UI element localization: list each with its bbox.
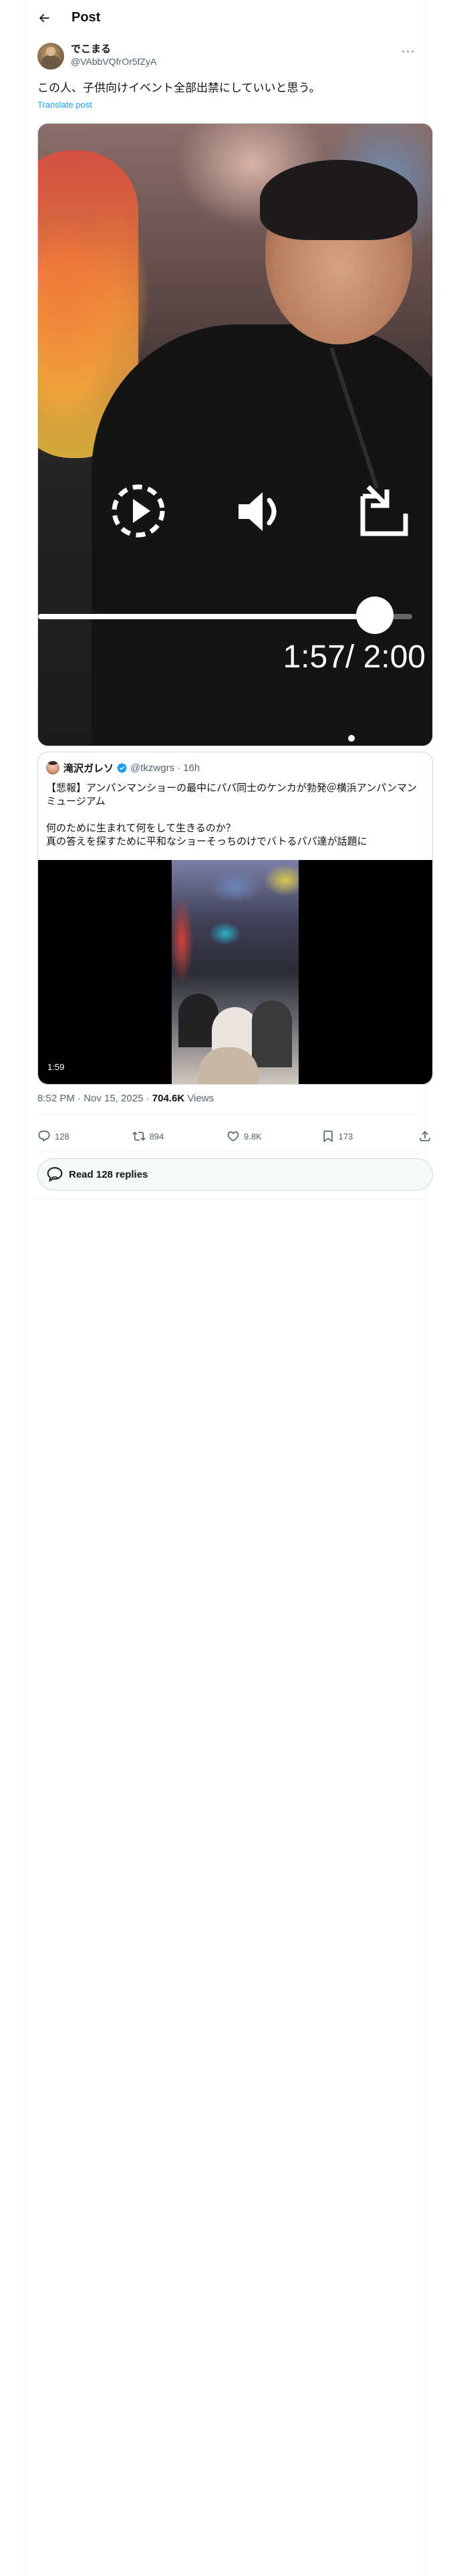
fullscreen-exit-icon [360,485,408,536]
replay-button[interactable] [108,480,169,542]
separator-dot: · [177,762,181,774]
post-timestamp[interactable]: 8:52 PM · Nov 15, 2025 [37,1093,143,1104]
like-count: 9.8K [244,1131,262,1142]
video-progress-bar[interactable] [38,597,412,634]
views-count: 704.6K [152,1093,185,1104]
views-label: Views [184,1093,214,1104]
video-time-label: 1:57/ 2:00 [283,639,426,675]
quoted-post[interactable]: 滝沢ガレソ @tkzwgrs · 16h 【悲報】アンパンマンショーの最中にパパ… [37,752,433,1085]
like-button[interactable]: 9.8K [227,1130,267,1143]
quoted-post-text: 【悲報】アンパンマンショーの最中にパパ同士のケンカが勃発＠横浜アンパンマンミュー… [46,782,426,849]
bookmark-icon [323,1130,333,1143]
share-icon [420,1131,430,1142]
verified-badge-icon [117,762,127,773]
tweet-text: この人、子供向けイベント全部出禁にしていいと思う。 [37,82,321,94]
repost-icon [132,1132,146,1141]
divider [26,1198,426,1199]
post-meta: 8:52 PM · Nov 15, 2025 · 704.6K Views [37,1093,214,1104]
read-replies-button[interactable]: Read 128 replies [37,1158,433,1190]
video-progress-handle[interactable] [356,597,394,634]
more-options-button[interactable]: ··· [398,43,418,59]
quoted-author-name[interactable]: 滝沢ガレソ [63,761,114,775]
avatar[interactable] [37,43,64,70]
reply-count: 128 [55,1131,69,1142]
heart-icon [227,1131,239,1142]
volume-icon [239,492,277,531]
column-border-left [25,0,26,2576]
video-player[interactable]: 1:57/ 2:00 [37,123,433,746]
replay-icon [112,484,165,538]
author-row: でこまる @VAbbVQfrOr5fZyA ··· [37,43,418,72]
action-bar: 128 894 9.8K 173 [37,1122,432,1150]
bookmark-count: 173 [338,1131,353,1142]
quoted-post-time[interactable]: 16h [183,762,200,774]
avatar[interactable] [46,761,59,774]
arrow-left-icon [39,13,49,22]
post-page: Post でこまる @VAbbVQfrOr5fZyA ··· この人、子供向けイ… [0,0,451,2576]
translate-post-link[interactable]: Translate post [37,100,92,110]
quoted-video-frame [172,860,299,1084]
back-button[interactable] [33,7,55,29]
separator-dot: · [143,1093,152,1104]
volume-button[interactable] [231,483,288,540]
repost-count: 894 [149,1131,164,1142]
reply-button[interactable]: 128 [37,1130,78,1143]
speech-bubble-icon [47,1167,63,1182]
page-header: Post [26,0,426,35]
author-display-name[interactable]: でこまる [71,43,156,56]
page-title: Post [71,10,101,25]
author-handle[interactable]: @VAbbVQfrOr5fZyA [71,56,156,68]
quoted-author-handle[interactable]: @tkzwgrs [130,762,174,774]
divider [37,1114,418,1115]
quoted-video[interactable]: 1:59 [38,860,432,1084]
video-progress-fill [38,614,375,619]
quoted-text-line: 何のために生まれて何をして生きるのか？ [46,823,236,834]
author-info: でこまる @VAbbVQfrOr5fZyA [71,43,156,68]
video-duration-badge: 1:59 [47,1062,65,1072]
fullscreen-exit-button[interactable] [353,480,415,542]
quoted-post-header: 滝沢ガレソ @tkzwgrs · 16h [46,760,200,775]
read-replies-label: Read 128 replies [69,1168,148,1180]
quoted-text-line: 真の答えを探すために平和なショーそっちのけでバトるパパ達が話題に [46,836,367,847]
bookmark-button[interactable]: 173 [321,1130,361,1143]
reply-icon [38,1130,50,1142]
repost-button[interactable]: 894 [132,1130,172,1143]
share-button[interactable] [416,1130,432,1143]
quoted-text-line: 【悲報】アンパンマンショーの最中にパパ同士のケンカが勃発＠横浜アンパンマンミュー… [46,782,417,807]
